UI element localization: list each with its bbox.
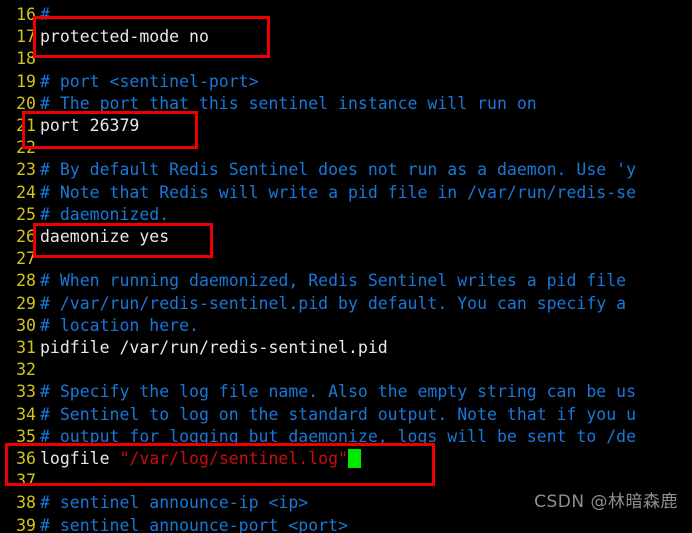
line-number: 17 bbox=[16, 27, 36, 47]
config-text: port 26379 bbox=[40, 116, 140, 135]
comment-text: # sentinel announce-ip <ip> bbox=[40, 493, 309, 513]
terminal-editor-screenshot: 16 #17 protected-mode no 18 19 # port <sentin… bbox=[0, 0, 692, 533]
code-line[interactable]: port 26379 bbox=[40, 115, 139, 137]
code-line[interactable]: # sentinel announce-ip <ip> bbox=[40, 492, 308, 514]
line-number: 30 bbox=[16, 315, 36, 335]
comment-text: # Specify the log file name. Also the em… bbox=[40, 382, 637, 402]
config-text: protected-mode no bbox=[40, 27, 209, 47]
code-line[interactable]: # port <sentinel-port> bbox=[40, 71, 259, 93]
comment-text: # location here. bbox=[40, 315, 199, 335]
line-number: 34 bbox=[16, 404, 36, 424]
code-line[interactable]: # daemonized. bbox=[40, 204, 169, 226]
code-line[interactable]: pidfile /var/run/redis-sentinel.pid bbox=[40, 337, 388, 359]
line-number: 28 bbox=[16, 271, 36, 291]
text-cursor bbox=[347, 449, 361, 468]
line-number: 21 bbox=[16, 116, 36, 135]
line-number: 33 bbox=[16, 382, 36, 402]
comment-text: # port <sentinel-port> bbox=[40, 71, 259, 91]
config-text: logfile bbox=[40, 449, 120, 468]
code-line[interactable]: # By default Redis Sentinel does not run… bbox=[40, 159, 636, 181]
config-file-editor[interactable]: 16 #17 protected-mode no 18 19 # port <sentin… bbox=[0, 0, 692, 533]
string-literal: "/var/log/sentinel.log" bbox=[119, 449, 348, 468]
line-number: 25 bbox=[16, 204, 36, 224]
code-line[interactable]: # location here. bbox=[40, 315, 199, 337]
line-number: 23 bbox=[16, 160, 36, 180]
code-line[interactable]: protected-mode no bbox=[40, 26, 209, 48]
comment-text: # By default Redis Sentinel does not run… bbox=[40, 160, 637, 180]
code-line[interactable]: # Specify the log file name. Also the em… bbox=[40, 381, 636, 403]
code-line[interactable]: # Sentinel to log on the standard output… bbox=[40, 404, 636, 426]
line-number: 38 bbox=[16, 493, 36, 513]
comment-text: # /var/run/redis-sentinel.pid by default… bbox=[40, 293, 627, 313]
line-number: 16 bbox=[16, 5, 36, 24]
line-number: 24 bbox=[16, 182, 36, 202]
line-number: 19 bbox=[16, 71, 36, 91]
code-line[interactable]: daemonize yes bbox=[40, 226, 169, 248]
comment-text: # Note that Redis will write a pid file … bbox=[40, 182, 637, 202]
line-number: 35 bbox=[16, 426, 36, 446]
comment-text: # daemonized. bbox=[40, 204, 170, 224]
comment-text: # The port that this sentinel instance w… bbox=[40, 93, 537, 113]
comment-text: # bbox=[40, 5, 50, 24]
line-number: 39 bbox=[16, 515, 36, 533]
code-line[interactable]: # The port that this sentinel instance w… bbox=[40, 93, 537, 115]
line-number: 36 bbox=[16, 449, 36, 468]
code-line[interactable]: # When running daemonized, Redis Sentine… bbox=[40, 270, 626, 292]
comment-text: # Sentinel to log on the standard output… bbox=[40, 404, 637, 424]
comment-text: # When running daemonized, Redis Sentine… bbox=[40, 271, 627, 291]
line-number: 29 bbox=[16, 293, 36, 313]
csdn-watermark: CSDN @林暗森鹿 bbox=[534, 491, 678, 512]
config-text: daemonize yes bbox=[40, 227, 170, 246]
line-number: 20 bbox=[16, 93, 36, 113]
code-line[interactable]: logfile "/var/log/sentinel.log" bbox=[40, 448, 361, 470]
code-line[interactable]: # /var/run/redis-sentinel.pid by default… bbox=[40, 293, 626, 315]
line-number: 18 bbox=[16, 49, 36, 69]
comment-text: # sentinel announce-port <port> bbox=[40, 515, 348, 533]
line-number: 27 bbox=[16, 249, 36, 269]
line-number: 31 bbox=[16, 338, 36, 357]
line-number: 32 bbox=[16, 360, 36, 380]
code-line[interactable]: # Note that Redis will write a pid file … bbox=[40, 182, 636, 204]
line-number: 37 bbox=[16, 471, 36, 491]
code-line[interactable]: # bbox=[40, 4, 50, 26]
config-text: pidfile /var/run/redis-sentinel.pid bbox=[40, 338, 388, 357]
line-number: 26 bbox=[16, 227, 36, 246]
code-line[interactable]: # sentinel announce-port <port> bbox=[40, 515, 348, 533]
comment-text: # output for logging but daemonize, logs… bbox=[40, 426, 637, 446]
line-number: 22 bbox=[16, 138, 36, 158]
code-line[interactable]: # output for logging but daemonize, logs… bbox=[40, 426, 636, 448]
